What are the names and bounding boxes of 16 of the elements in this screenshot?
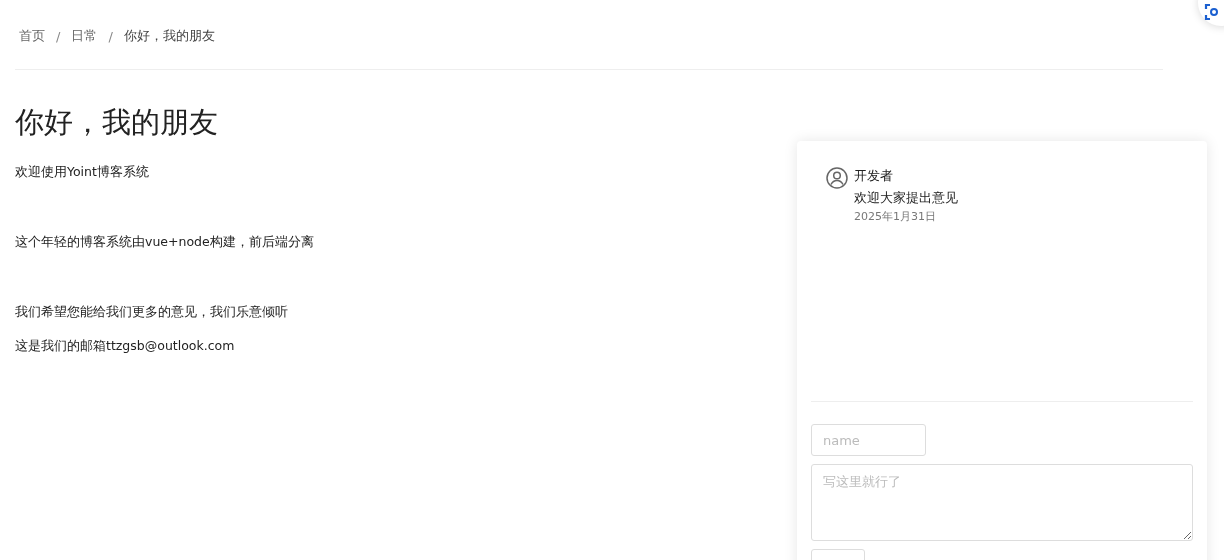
breadcrumb-separator: / — [108, 28, 113, 44]
comment-text: 欢迎大家提出意见 — [854, 189, 958, 207]
breadcrumb-link[interactable]: 日常 — [71, 27, 98, 45]
article-paragraph: 这是我们的邮箱ttzgsb@outlook.com — [15, 337, 236, 355]
user-icon — [826, 167, 848, 189]
name-field[interactable]: name — [811, 424, 926, 456]
article-paragraph: 这个年轻的博客系统由vue+node构建，前后端分离 — [15, 233, 315, 251]
article-paragraph: 我们希望您能给我们更多的意见，我们乐意倾听 — [15, 303, 289, 321]
breadcrumb-current: 你好，我的朋友 — [123, 27, 215, 45]
comment-field[interactable]: 写这里就行了 — [811, 464, 1193, 541]
comment-author: 开发者 — [854, 167, 894, 185]
breadcrumb-link[interactable]: 首页 — [19, 27, 45, 45]
article-paragraph: 欢迎使用Yoint博客系统 — [15, 163, 150, 181]
comment-date: 2025年1月31日 — [854, 209, 937, 225]
article-title: 你好，我的朋友 — [15, 104, 219, 140]
breadcrumb-separator: / — [56, 28, 61, 44]
